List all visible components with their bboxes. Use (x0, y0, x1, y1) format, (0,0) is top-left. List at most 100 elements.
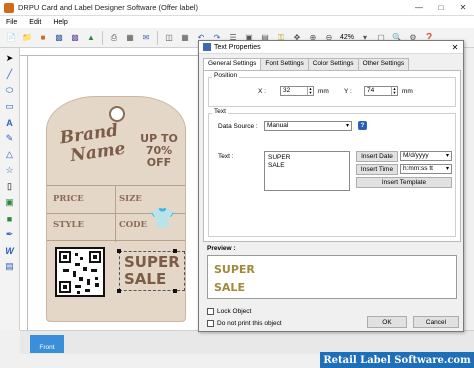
date-format-select[interactable]: M/d/yyyy ▾ (400, 151, 452, 161)
info-icon[interactable]: ? (358, 121, 367, 130)
do-not-print-box[interactable] (207, 320, 214, 327)
image-tool-icon[interactable]: ▣ (3, 196, 17, 209)
barcode-tool-icon[interactable]: ▯ (3, 180, 17, 193)
tshirt-icon[interactable]: 👕 (150, 209, 175, 229)
print-preview-icon[interactable]: ▦ (123, 31, 137, 45)
text-content-input[interactable]: SUPER SALE (264, 151, 350, 191)
price-label[interactable]: PRICE (53, 194, 84, 204)
x-unit: mm (318, 88, 329, 95)
triangle-tool-icon[interactable]: △ (3, 148, 17, 161)
vertical-ruler (20, 56, 28, 330)
horizontal-ruler (20, 48, 198, 56)
rectangle-tool-icon[interactable]: ▭ (3, 100, 17, 113)
dialog-title: Text Properties (214, 43, 261, 51)
style-label[interactable]: STYLE (53, 220, 84, 230)
lock-object-box[interactable] (207, 308, 214, 315)
time-format-select[interactable]: h:mm:ss tt ▾ (400, 164, 452, 174)
dialog-icon (203, 43, 211, 51)
data-source-label: Data Source : (218, 123, 258, 130)
text-tool-icon[interactable]: A (3, 116, 17, 129)
time-format-value: h:mm:ss tt (403, 165, 433, 172)
x-spinner[interactable]: ▲ ▼ (307, 87, 313, 95)
signature-tool-icon[interactable]: ✒ (3, 228, 17, 241)
y-position-input[interactable]: 74 ▲ ▼ (364, 86, 398, 96)
database-icon[interactable]: ◫ (162, 31, 176, 45)
ellipse-tool-icon[interactable]: ⬭ (3, 84, 17, 97)
save-icon[interactable]: ▩ (52, 31, 66, 45)
preview-line1: SUPER (214, 263, 255, 276)
x-position-input[interactable]: 32 ▲ ▼ (280, 86, 314, 96)
watermark-tool-icon[interactable]: ▤ (3, 260, 17, 273)
menu-bar: File Edit Help (0, 16, 474, 28)
qr-code[interactable] (55, 247, 105, 297)
super-line1: SUPER (124, 253, 180, 271)
code-label[interactable]: CODE (119, 220, 147, 230)
selection-handle[interactable] (173, 249, 177, 253)
text-content-line1: SUPER (268, 154, 291, 161)
position-group (208, 77, 456, 107)
super-sale-text[interactable]: SUPER SALE (119, 251, 185, 291)
tab-other-settings[interactable]: Other Settings (357, 58, 410, 70)
open-folder-icon[interactable]: 📁 (20, 31, 34, 45)
discount-text[interactable]: UP TO 70% OFF (135, 133, 183, 169)
super-line2: SALE (124, 270, 167, 288)
offer-tag[interactable]: Brand Name UP TO 70% OFF PRICE SIZE STYL… (46, 96, 186, 322)
print-icon[interactable]: ⎙ (107, 31, 121, 45)
brand-name-text[interactable]: Brand Name (59, 120, 127, 167)
menu-edit[interactable]: Edit (29, 19, 41, 26)
chevron-down-icon: ▾ (445, 166, 449, 172)
new-icon[interactable]: 📄 (4, 31, 18, 45)
tab-color-settings[interactable]: Color Settings (307, 58, 359, 70)
y-spinner[interactable]: ▲ ▼ (391, 87, 397, 95)
text-group-label: Text (212, 108, 228, 115)
dialog-tabs: General Settings Font Settings Color Set… (199, 58, 463, 71)
text-label: Text : (218, 153, 234, 160)
cancel-button[interactable]: Cancel (413, 316, 459, 328)
app-icon (4, 2, 14, 13)
tab-font-settings[interactable]: Font Settings (260, 58, 309, 70)
star-tool-icon[interactable]: ☆ (3, 164, 17, 177)
insert-template-button[interactable]: Insert Template (356, 177, 452, 188)
date-format-value: M/d/yyyy (403, 152, 429, 159)
chevron-down-icon: ▾ (345, 123, 349, 129)
size-label[interactable]: SIZE (119, 194, 142, 204)
menu-help[interactable]: Help (53, 19, 67, 26)
minimize-button[interactable]: — (408, 0, 430, 16)
dialog-close-icon[interactable]: ✕ (447, 43, 463, 52)
pointer-tool-icon[interactable]: ➤ (3, 52, 17, 65)
preview-line2: SALE (214, 281, 245, 294)
save-as-icon[interactable]: ▩ (68, 31, 82, 45)
y-unit: mm (402, 88, 413, 95)
grid-icon[interactable]: ▦ (178, 31, 192, 45)
menu-file[interactable]: File (6, 19, 17, 26)
data-source-select[interactable]: Manual ▾ (264, 121, 352, 131)
x-position-value: 32 (283, 87, 291, 94)
front-page-tab[interactable]: Front (30, 335, 64, 353)
design-canvas[interactable]: Brand Name UP TO 70% OFF PRICE SIZE STYL… (28, 56, 198, 330)
preview-label: Preview : (207, 245, 236, 252)
wordart-tool-icon[interactable]: W (3, 244, 17, 257)
library-tool-icon[interactable]: ■ (3, 212, 17, 225)
ok-button[interactable]: OK (367, 316, 407, 328)
maximize-button[interactable]: □ (430, 0, 452, 16)
y-position-value: 74 (367, 87, 375, 94)
do-not-print-checkbox[interactable]: Do not print this object (207, 320, 282, 327)
page-tabs-bar: Front (20, 330, 474, 354)
pencil-tool-icon[interactable]: ✎ (3, 132, 17, 145)
selection-handle[interactable] (117, 289, 121, 293)
selection-handle[interactable] (173, 289, 177, 293)
general-settings-panel: Position X : 32 ▲ ▼ mm Y : 74 ▲ ▼ mm Text … (203, 70, 461, 242)
open-template-icon[interactable]: ■ (36, 31, 50, 45)
lock-object-checkbox[interactable]: Lock Object (207, 308, 251, 315)
x-label: X : (258, 88, 266, 95)
close-button[interactable]: ✕ (452, 0, 474, 16)
export-icon[interactable]: ▲ (84, 31, 98, 45)
email-icon[interactable]: ✉ (139, 31, 153, 45)
line-tool-icon[interactable]: ╱ (3, 68, 17, 81)
y-label: Y : (344, 88, 352, 95)
insert-time-button[interactable]: Insert Time (356, 164, 398, 175)
window-title: DRPU Card and Label Designer Software (O… (18, 3, 198, 12)
text-preview: SUPER SALE (207, 255, 457, 299)
insert-date-button[interactable]: Insert Date (356, 151, 398, 162)
selection-handle[interactable] (117, 249, 121, 253)
